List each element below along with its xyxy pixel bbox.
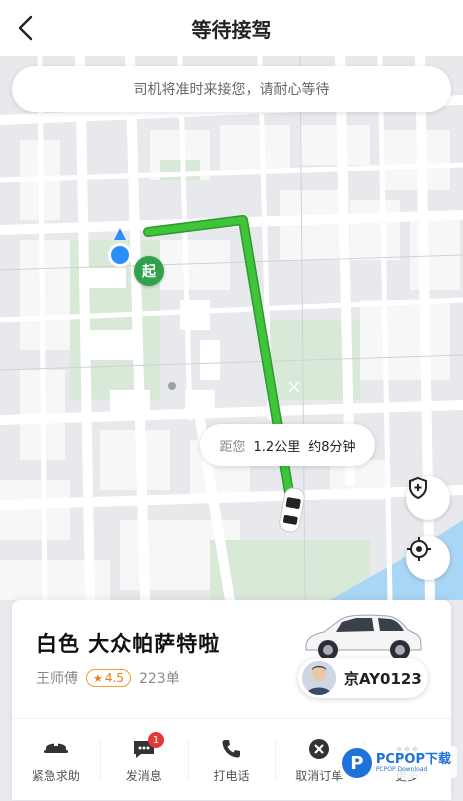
driver-name: 王师傅 <box>36 671 78 687</box>
locate-button[interactable] <box>406 536 450 580</box>
rating-value: 4.5 <box>104 671 124 685</box>
unread-badge: 1 <box>148 732 165 748</box>
distance-km: 1.2公里 <box>253 439 301 455</box>
map-view[interactable]: 起 <box>0 56 463 600</box>
pickup-notice: 司机将准时来接您，请耐心等待 <box>12 66 451 112</box>
cancel-icon <box>306 737 332 761</box>
car-description: 白色 大众帕萨特啦 <box>36 632 221 656</box>
start-marker: 起 <box>134 256 164 286</box>
license-plate: 京AY0123 <box>344 669 422 688</box>
watermark: P PCPOP下载 PCPOP Download <box>339 746 457 778</box>
star-icon: ★ <box>93 671 103 685</box>
order-count: 223单 <box>138 671 180 687</box>
shield-plus-icon <box>409 476 427 500</box>
watermark-brand: PCPOP下载 <box>375 752 451 767</box>
watermark-sub: PCPOP Download <box>375 766 428 773</box>
pcpop-logo-icon: P <box>341 748 372 778</box>
action-label: 发消息 <box>125 768 162 783</box>
driver-info: 王师傅 ★ 4.5 223单 <box>36 668 180 688</box>
emergency-help-button[interactable]: 紧急求助 <box>12 730 100 790</box>
safety-shield-button[interactable] <box>406 476 450 520</box>
top-bar: 等待接驾 <box>0 0 463 56</box>
page-title: 等待接驾 <box>191 17 272 42</box>
back-arrow-icon <box>18 15 33 41</box>
action-label: 紧急求助 <box>31 768 80 783</box>
car-image <box>305 614 422 660</box>
map-canvas <box>0 56 463 600</box>
distance-eta: 约8分钟 <box>308 439 356 455</box>
distance-bubble: 距您 1.2公里 约8分钟 <box>200 424 375 466</box>
sos-icon <box>43 737 69 761</box>
crosshair-icon <box>407 537 431 561</box>
action-label: 打电话 <box>213 768 250 783</box>
plate-pill: 京AY0123 <box>298 658 428 698</box>
rating-badge: ★ 4.5 <box>86 669 131 687</box>
back-button[interactable] <box>8 10 44 46</box>
distance-label: 距您 <box>219 439 246 455</box>
notice-text: 司机将准时来接您，请耐心等待 <box>133 82 330 98</box>
call-button[interactable]: 打电话 <box>187 730 276 790</box>
send-message-button[interactable]: 1 发消息 <box>99 730 188 790</box>
driver-avatar <box>302 661 336 695</box>
phone-icon <box>218 737 244 761</box>
watermark-text: PCPOP下载 PCPOP Download <box>376 753 451 773</box>
action-label: 取消订单 <box>295 768 344 783</box>
